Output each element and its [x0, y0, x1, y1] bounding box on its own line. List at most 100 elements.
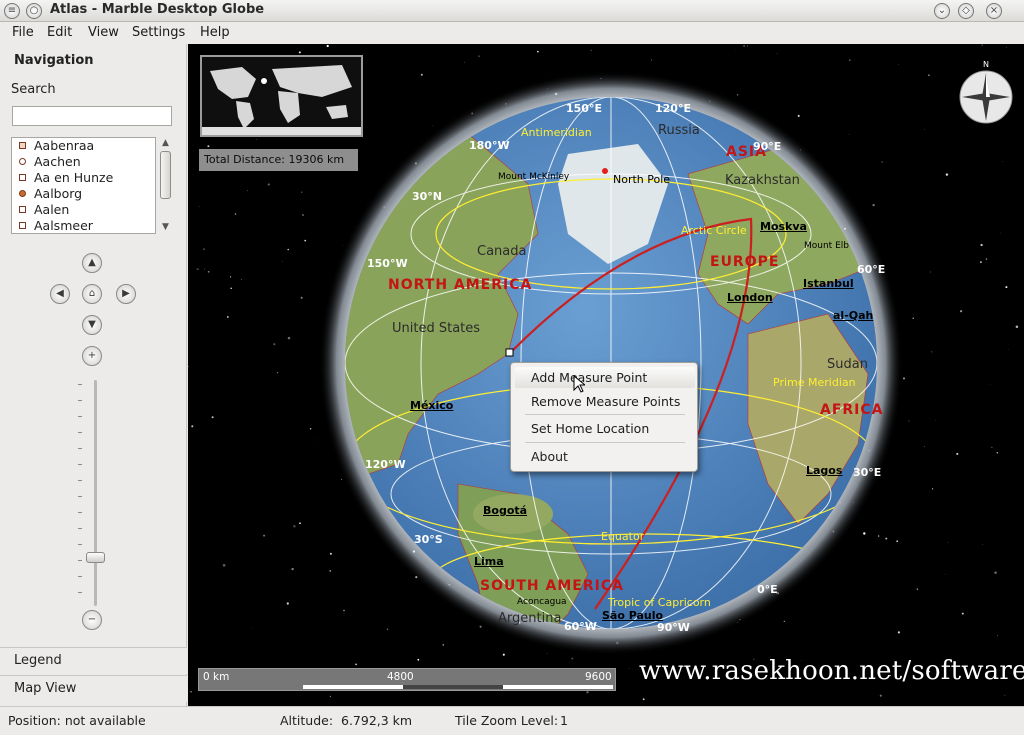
star [537, 50, 539, 53]
star [590, 49, 592, 51]
navigation-title: Navigation [14, 53, 94, 68]
star [222, 564, 226, 567]
remove-measure-points-item[interactable]: Remove Measure Points [515, 391, 695, 412]
watermark-text: www.rasekhoon.net/software [639, 656, 1024, 686]
star [234, 213, 237, 215]
star [991, 446, 993, 448]
move-right-button[interactable]: ▶ [116, 284, 136, 304]
tab-map-view[interactable]: Map View [0, 675, 187, 702]
add-measure-point-item[interactable]: Add Measure Point [515, 367, 695, 388]
zoom-out-button[interactable]: − [82, 610, 102, 630]
star [298, 51, 301, 54]
city-symbol-icon [19, 158, 26, 165]
star [896, 540, 899, 543]
scroll-thumb[interactable] [160, 151, 171, 199]
grid-label-30e: 30°E [853, 466, 882, 479]
grid-label-150w: 150°W [367, 257, 408, 270]
menu-help[interactable]: Help [200, 25, 230, 40]
context-menu: Add Measure Point Remove Measure Points … [510, 362, 698, 472]
menu-separator [525, 442, 685, 443]
star [198, 206, 200, 207]
sticky-icon[interactable]: ○ [26, 3, 42, 19]
city-label-lima: Lima [474, 555, 504, 568]
star [386, 628, 389, 631]
star [442, 644, 445, 646]
scroll-down-icon[interactable]: ▼ [160, 221, 171, 233]
star [930, 271, 932, 273]
star [935, 420, 936, 421]
country-label-united-states: United States [392, 321, 481, 336]
list-item[interactable]: Aa en Hunze [12, 170, 155, 186]
zoom-slider-handle[interactable] [86, 552, 105, 563]
star [417, 658, 420, 661]
menu-bar: File Edit View Settings Help [0, 22, 1024, 44]
star [642, 698, 645, 701]
line-label-arctic-circle: Arctic Circle [681, 224, 747, 237]
list-item[interactable]: Aalborg [12, 186, 155, 202]
menu-settings[interactable]: Settings [132, 25, 185, 40]
continent-label-north-america: North America [388, 277, 533, 293]
maximize-icon[interactable]: ◇ [958, 3, 974, 19]
star [329, 552, 332, 555]
star [1000, 232, 1002, 234]
list-item[interactable]: Aalsmeer [12, 218, 155, 233]
star [908, 420, 910, 422]
star [207, 270, 210, 273]
list-scrollbar[interactable]: ▲ ▼ [158, 137, 173, 234]
star [916, 588, 919, 590]
zoom-tick [78, 416, 82, 417]
menu-file[interactable]: File [12, 25, 34, 40]
list-item[interactable]: Aabenraa [12, 138, 155, 154]
place-list[interactable]: Aabenraa Aachen Aa en Hunze Aalborg Aale… [11, 137, 156, 234]
tab-legend[interactable]: Legend [0, 647, 187, 674]
minimize-icon[interactable]: ⌄ [934, 3, 950, 19]
grid-label-60e: 60°E [857, 263, 886, 276]
peak-label-mount-mckinley: Mount McKinley [498, 172, 570, 182]
continent-label-south-america: South America [480, 578, 624, 594]
overview-map[interactable] [200, 55, 363, 137]
grid-label-120e: 120°E [655, 102, 691, 115]
star [329, 570, 332, 572]
list-item[interactable]: Aalen [12, 202, 155, 218]
zoom-slider-track[interactable] [94, 380, 97, 606]
grid-label-30s: 30°S [414, 533, 443, 546]
search-input[interactable] [12, 106, 172, 126]
star [746, 45, 748, 47]
star [981, 544, 983, 545]
grid-label-90w: 90°W [657, 621, 690, 634]
star [230, 276, 232, 278]
zoom-in-button[interactable]: + [82, 346, 102, 366]
compass-icon[interactable]: N [958, 59, 1014, 125]
city-label-sao-paulo: São Paulo [602, 609, 664, 622]
star [203, 248, 205, 250]
home-button[interactable]: ⌂ [82, 284, 102, 304]
star [863, 532, 866, 535]
menu-edit[interactable]: Edit [47, 25, 72, 40]
navigation-panel: Navigation Search Aabenraa Aachen Aa en … [0, 44, 187, 706]
home-icon: ⌂ [88, 288, 96, 299]
about-item[interactable]: About [515, 446, 695, 467]
star [985, 258, 988, 260]
move-up-button[interactable]: ▲ [82, 253, 102, 273]
star [287, 336, 291, 340]
set-home-location-item[interactable]: Set Home Location [515, 418, 695, 439]
city-symbol-icon [19, 190, 26, 197]
move-down-button[interactable]: ▼ [82, 315, 102, 335]
window-menu-icon[interactable]: ≡ [4, 3, 20, 19]
grid-label-60w: 60°W [564, 620, 597, 633]
star [947, 542, 949, 543]
star [924, 129, 925, 130]
star [959, 310, 963, 313]
close-icon[interactable]: × [986, 3, 1002, 19]
country-label-argentina: Argentina [498, 611, 562, 626]
city-label-moskva: Moskva [760, 220, 807, 233]
star [252, 627, 253, 628]
star [478, 55, 480, 57]
map-view[interactable]: Total Distance: 19306 km N Asia Europe Nor… [188, 44, 1024, 706]
zoom-tick [78, 592, 82, 593]
scroll-up-icon[interactable]: ▲ [160, 137, 171, 149]
measure-point-icon[interactable] [505, 348, 514, 357]
menu-view[interactable]: View [88, 25, 119, 40]
move-left-button[interactable]: ◀ [50, 284, 70, 304]
list-item[interactable]: Aachen [12, 154, 155, 170]
